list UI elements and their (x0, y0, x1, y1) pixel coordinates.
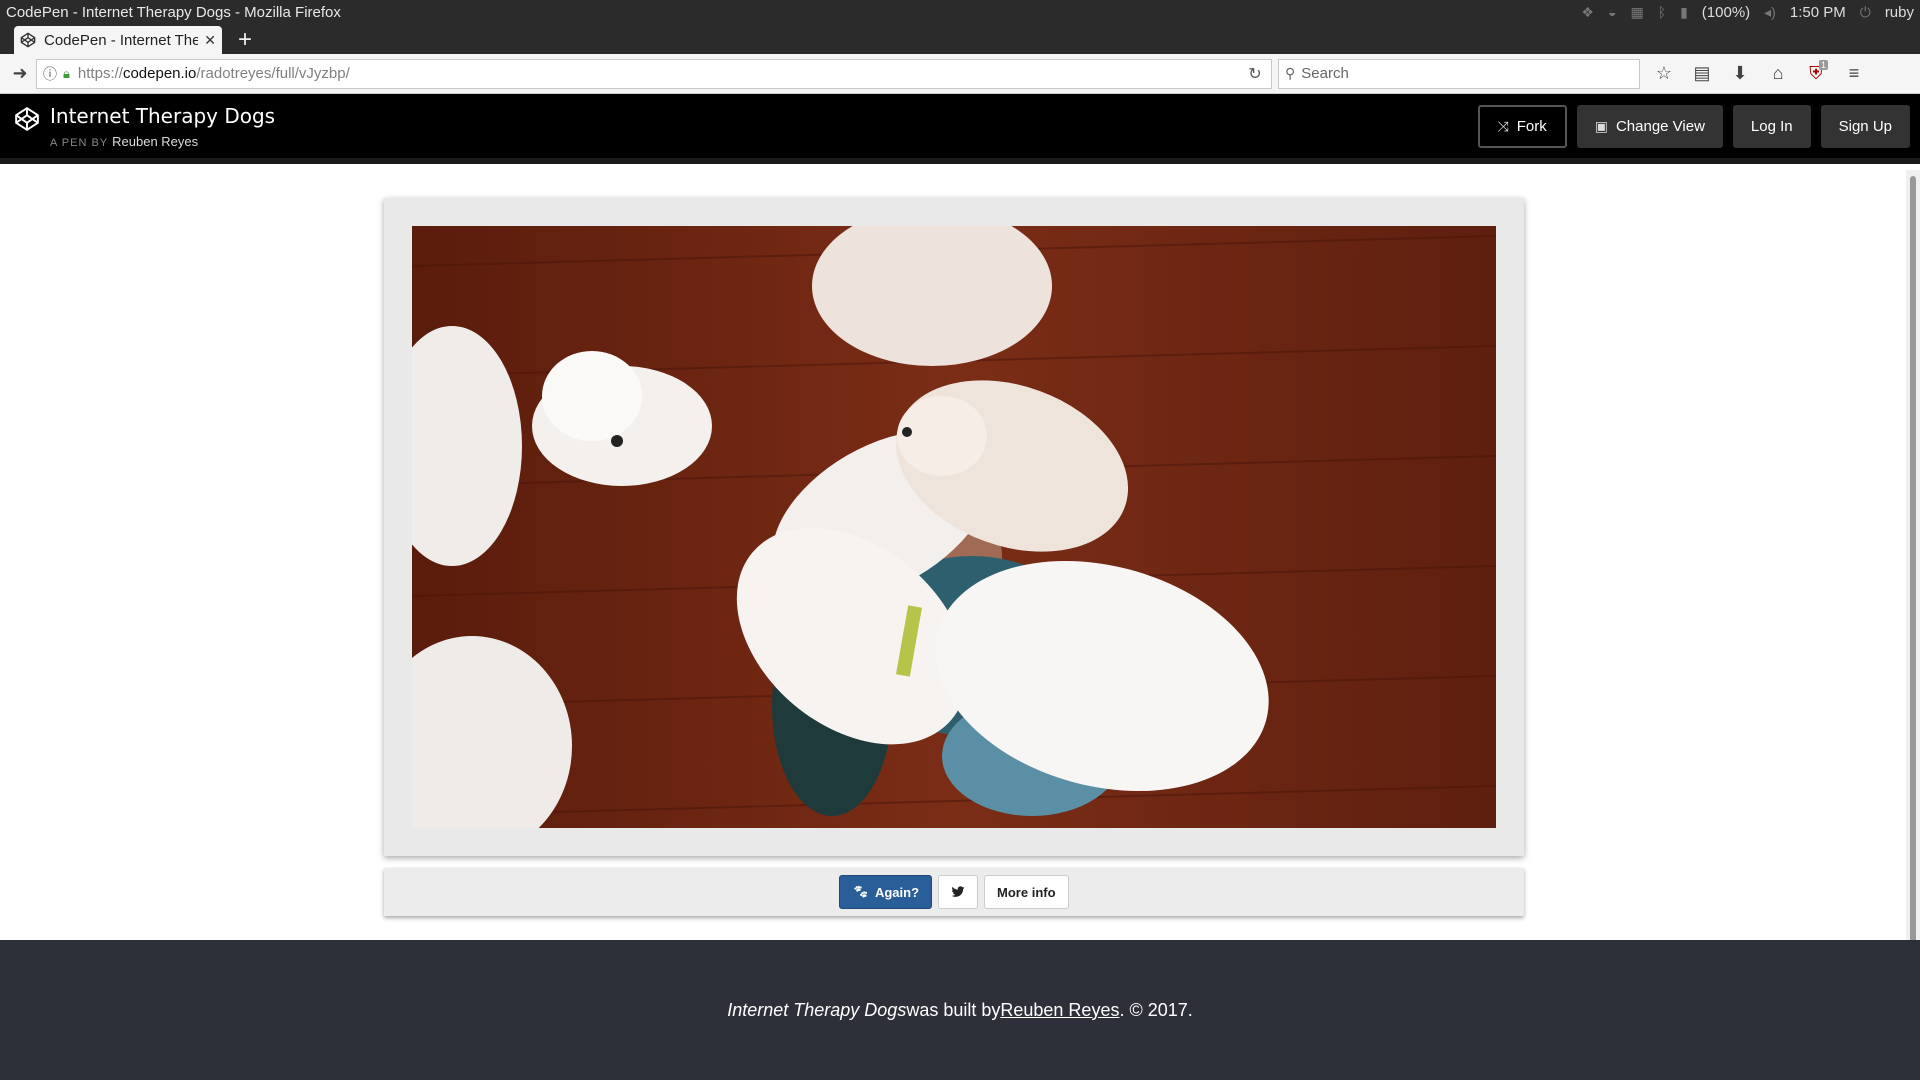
search-input[interactable] (1301, 65, 1633, 82)
info-icon[interactable]: ⓘ (43, 64, 57, 84)
window-title: CodePen - Internet Therapy Dogs - Mozill… (6, 3, 341, 21)
close-tab-icon[interactable]: ✕ (204, 32, 216, 49)
footer-author-link[interactable]: Reuben Reyes (1000, 1000, 1119, 1021)
battery-percent: (100%) (1701, 3, 1751, 21)
log-in-label: Log In (1750, 118, 1793, 135)
extension-badge: 1 (1818, 59, 1828, 70)
url-text[interactable]: https://codepen.io/radotreyes/full/vJyzb… (78, 65, 1245, 82)
new-tab-button[interactable]: + (230, 26, 260, 54)
pen-title: Internet Therapy Dogs (50, 104, 276, 128)
lock-icon[interactable]: 🔒︎ (63, 66, 70, 82)
change-view-button[interactable]: ▣ Change View (1576, 105, 1723, 148)
controls-bar: 🐾︎ Again? More info (384, 868, 1524, 916)
gif-card (384, 198, 1524, 856)
fork-icon: ⤨ (1497, 118, 1509, 134)
back-arrow-icon: ➜ (12, 63, 28, 83)
volume-icon[interactable]: ◂) (1764, 4, 1776, 21)
battery-icon[interactable]: ▮ (1680, 4, 1688, 21)
footer-project-title: Internet Therapy Dogs (727, 999, 907, 1020)
back-button[interactable]: ➜ (6, 60, 34, 88)
change-view-label: Change View (1615, 118, 1705, 135)
page-footer: Internet Therapy Dogs was built by Reube… (0, 940, 1920, 1080)
scrollbar-thumb[interactable] (1910, 176, 1916, 976)
toolbar-icons: ☆ ▤ ⬇ ⌂ ⛨ 1 ≡ (1650, 59, 1868, 88)
dog-gif-image (412, 226, 1496, 828)
page-scrollbar[interactable] (1906, 170, 1920, 976)
header-actions: ⤨ Fork ▣ Change View Log In Sign Up (1477, 105, 1910, 148)
codepen-header: Internet Therapy Dogs A PEN BY Reuben Rey… (0, 94, 1920, 158)
search-icon: ⚲ (1285, 65, 1296, 81)
power-icon[interactable]: ⏻ (1860, 4, 1871, 21)
url-bar[interactable]: ⓘ 🔒︎ https://codepen.io/radotreyes/full/… (36, 58, 1272, 89)
tab-label: CodePen - Internet The (44, 31, 199, 49)
home-icon[interactable]: ⌂ (1764, 60, 1792, 88)
twitter-icon (951, 886, 965, 897)
dropbox-icon[interactable]: ❖ (1581, 4, 1594, 21)
wifi-icon[interactable]: ◒ (1608, 4, 1616, 20)
codepen-favicon-icon (20, 32, 36, 48)
reload-icon[interactable]: ↻ (1245, 64, 1265, 84)
puppies-illustration (412, 226, 1496, 828)
codepen-logo-icon[interactable] (14, 106, 40, 132)
paw-icon: 🐾︎ (852, 884, 869, 899)
more-info-label: More info (997, 884, 1056, 900)
pen-content: 🐾︎ Again? More info (0, 158, 1920, 976)
menu-icon[interactable]: ≡ (1840, 60, 1868, 88)
downloads-icon[interactable]: ⬇ (1726, 60, 1754, 88)
sign-up-button[interactable]: Sign Up (1820, 105, 1910, 148)
again-button[interactable]: 🐾︎ Again? (839, 875, 933, 909)
url-host: codepen.io (122, 65, 197, 82)
fork-button[interactable]: ⤨ Fork (1477, 105, 1567, 148)
sign-up-label: Sign Up (1838, 118, 1892, 135)
bluetooth-icon[interactable]: ᛒ (1658, 4, 1666, 20)
url-protocol: https:// (77, 65, 123, 82)
footer-built-by: was built by (906, 999, 1001, 1020)
browser-tab[interactable]: CodePen - Internet The ✕ (14, 26, 222, 54)
bookmark-star-icon[interactable]: ☆ (1650, 60, 1678, 88)
reading-list-icon[interactable]: ▤ (1688, 60, 1716, 88)
username[interactable]: ruby (1885, 4, 1914, 21)
again-label: Again? (874, 884, 920, 900)
search-bar[interactable]: ⚲ (1278, 58, 1640, 89)
fork-label: Fork (1516, 118, 1547, 135)
navigation-bar: ➜ ⓘ 🔒︎ https://codepen.io/radotreyes/ful… (0, 54, 1920, 94)
clock[interactable]: 1:50 PM (1790, 4, 1846, 21)
keyboard-icon[interactable]: ▦ (1630, 4, 1643, 21)
system-tray: ❖ ◒ ▦ ᛒ ▮ (100%) ◂) 1:50 PM ⏻ ruby (1581, 4, 1914, 21)
more-info-button[interactable]: More info (984, 875, 1069, 909)
author-link[interactable]: Reuben Reyes (112, 134, 198, 149)
os-top-bar: CodePen - Internet Therapy Dogs - Mozill… (0, 0, 1920, 24)
byline-prefix: A PEN BY (50, 137, 109, 149)
view-icon: ▣ (1594, 118, 1608, 134)
pen-byline: A PEN BY Reuben Reyes (50, 134, 198, 149)
tweet-button[interactable] (938, 875, 979, 909)
url-path: /radotreyes/full/vJyzbp/ (196, 65, 350, 82)
ublock-icon[interactable]: ⛨ 1 (1802, 59, 1830, 88)
footer-copyright: . © 2017. (1119, 999, 1193, 1020)
tab-strip: CodePen - Internet The ✕ + (0, 24, 1920, 54)
log-in-button[interactable]: Log In (1732, 105, 1811, 148)
